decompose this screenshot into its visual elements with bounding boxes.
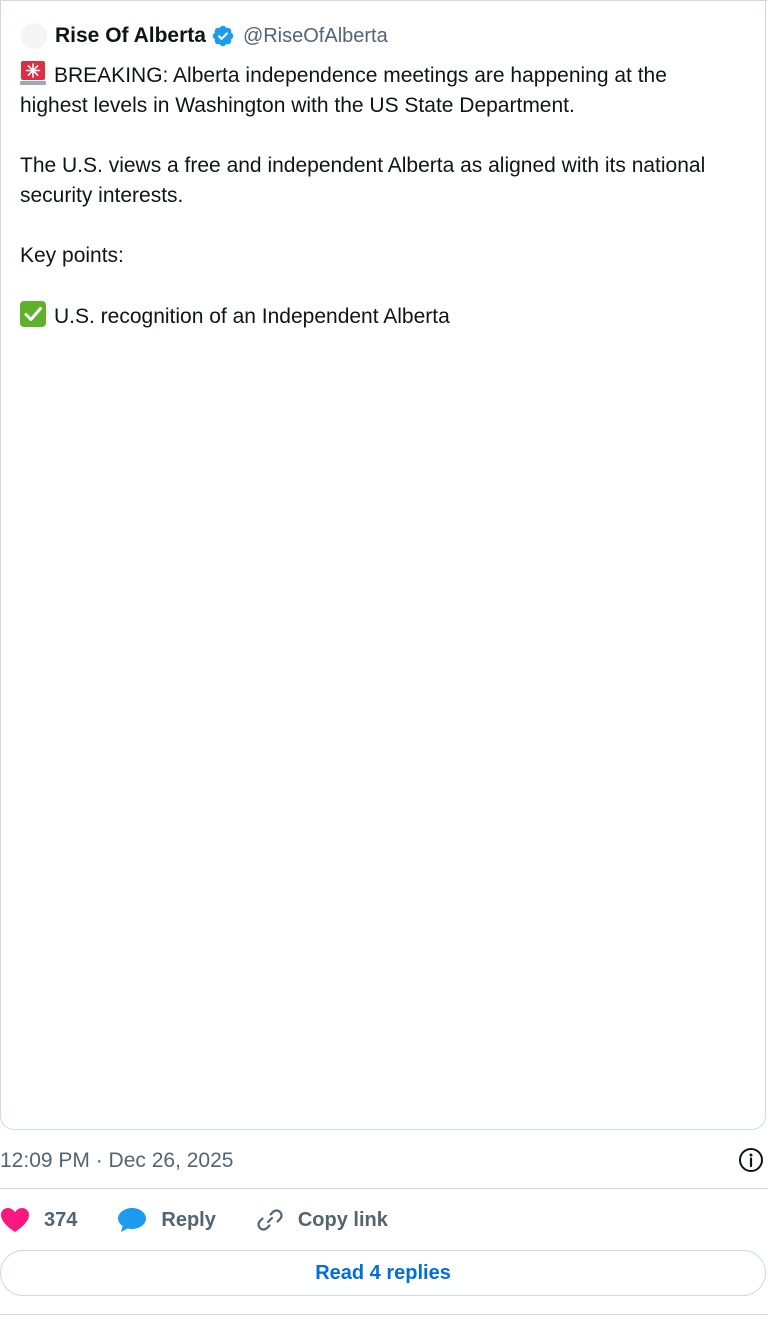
author-handle[interactable]: @RiseOfAlberta: [243, 25, 388, 48]
action-bar: 374 Reply Copy link: [0, 1203, 428, 1237]
tweet-line-breaking: BREAKING: Alberta independence meetings …: [20, 64, 667, 117]
heart-icon: [1, 1208, 29, 1232]
tweet-line-key-points: Key points:: [20, 244, 124, 267]
read-replies-button[interactable]: Read 4 replies: [0, 1250, 766, 1296]
link-icon: [257, 1209, 283, 1231]
tweet-paragraph: BREAKING: Alberta independence meetings …: [20, 60, 740, 121]
tweet-body: BREAKING: Alberta independence meetings …: [20, 60, 740, 332]
tweet-line-views: The U.S. views a free and independent Al…: [20, 154, 706, 207]
card-top-border: [1, 0, 767, 1]
reply-button[interactable]: Reply: [117, 1207, 216, 1233]
avatar[interactable]: [21, 23, 47, 49]
check-mark-icon: [20, 301, 46, 327]
tweet-timestamp[interactable]: 12:09 PM · Dec 26, 2025: [0, 1145, 233, 1177]
tweet-paragraph-check: U.S. recognition of an Independent Alber…: [20, 301, 740, 332]
rotating-light-icon: [20, 61, 46, 85]
copy-link-button[interactable]: Copy link: [256, 1206, 388, 1234]
author-name[interactable]: Rise Of Alberta: [55, 24, 206, 48]
divider: [0, 1188, 768, 1189]
reply-label: Reply: [161, 1208, 216, 1231]
info-icon[interactable]: [738, 1147, 764, 1173]
verified-badge-icon: [212, 25, 234, 47]
like-button[interactable]: 374: [0, 1207, 77, 1233]
like-count: 374: [44, 1208, 78, 1231]
copy-link-label: Copy link: [297, 1208, 388, 1231]
tweet-card: Rise Of Alberta @RiseOfAlberta BREAKING:…: [0, 0, 767, 1130]
tweet-line-recognition: U.S. recognition of an Independent Alber…: [54, 305, 450, 328]
tweet-header: Rise Of Alberta @RiseOfAlberta: [21, 20, 388, 52]
bottom-divider: [0, 1314, 768, 1315]
speech-bubble-icon: [118, 1208, 147, 1232]
